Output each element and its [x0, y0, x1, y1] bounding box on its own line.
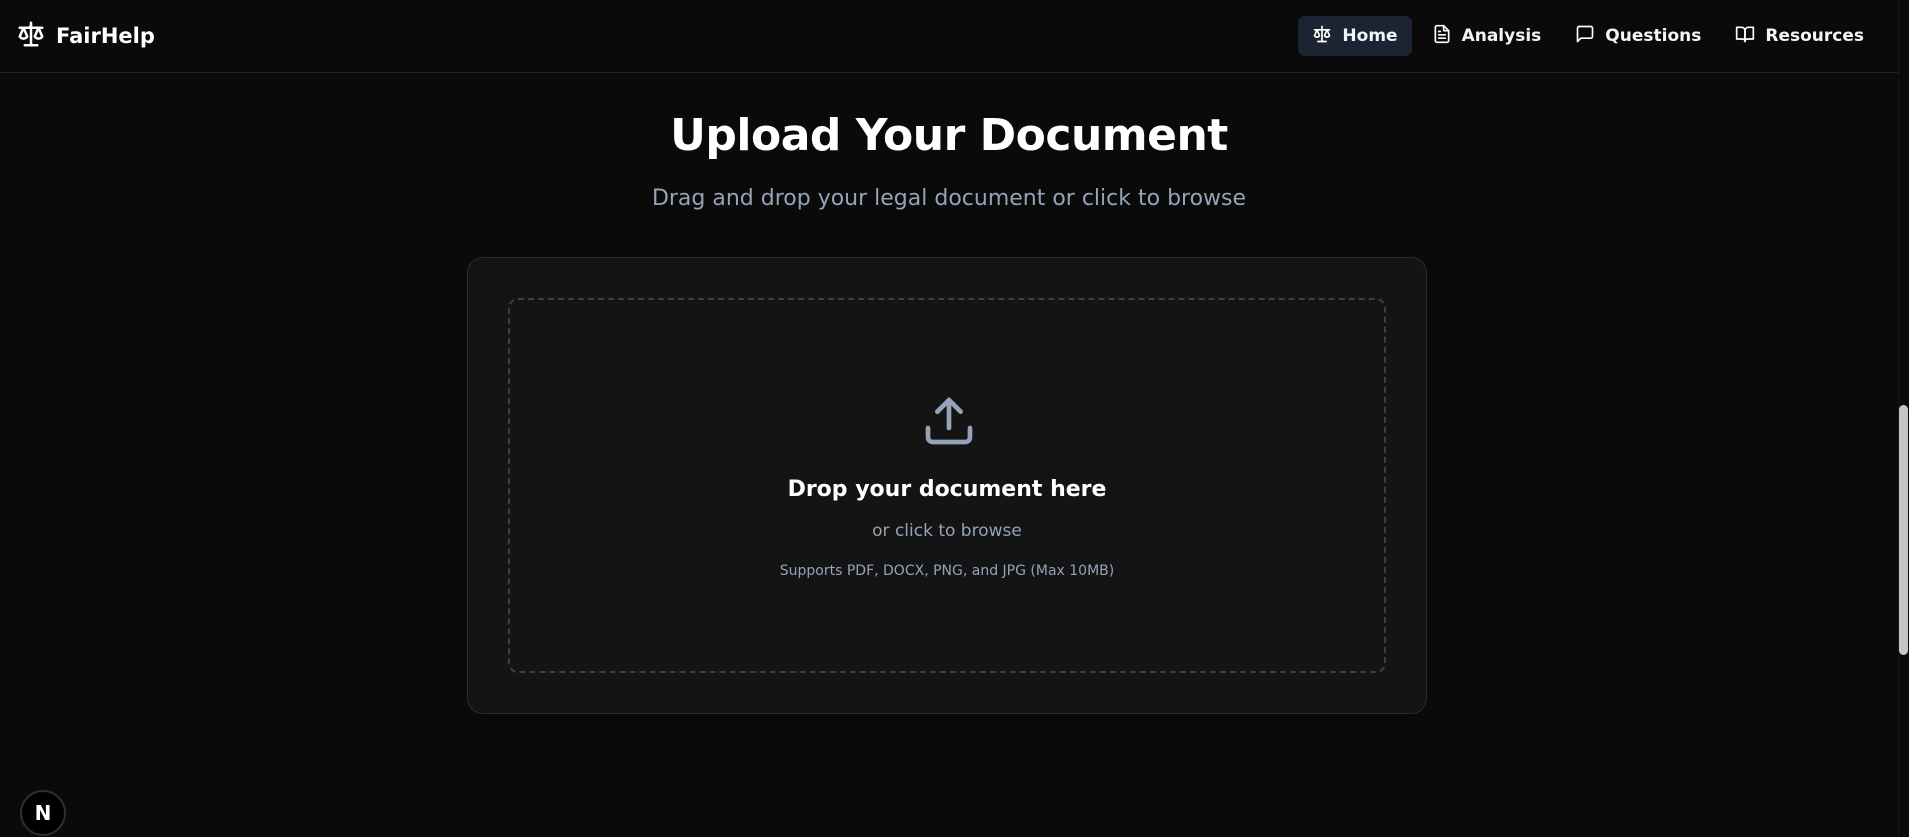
- dev-indicator-label: N: [34, 801, 52, 825]
- nextjs-icon[interactable]: N: [20, 790, 66, 836]
- top-navigation: FairHelp Home Analysis Questions Resourc…: [0, 0, 1898, 73]
- page: FairHelp Home Analysis Questions Resourc…: [0, 0, 1909, 837]
- scale-icon: [16, 19, 46, 54]
- main-nav: Home Analysis Questions Resources: [1298, 16, 1878, 56]
- nav-item-label: Questions: [1605, 26, 1702, 46]
- page-subtitle: Drag and drop your legal document or cli…: [651, 186, 1247, 211]
- brand-logo[interactable]: FairHelp: [16, 19, 155, 54]
- nav-item-label: Analysis: [1461, 26, 1542, 46]
- nav-item-questions[interactable]: Questions: [1561, 16, 1715, 56]
- document-icon: [1432, 24, 1452, 49]
- nav-item-analysis[interactable]: Analysis: [1418, 16, 1556, 56]
- brand-name: FairHelp: [56, 24, 155, 48]
- supported-formats-note: Supports PDF, DOCX, PNG, and JPG (Max 10…: [779, 563, 1115, 579]
- upload-card: Drop your document here or click to brow…: [467, 257, 1427, 714]
- nav-item-label: Resources: [1765, 26, 1864, 46]
- page-title: Upload Your Document: [670, 110, 1228, 161]
- chat-bubble-icon: [1575, 24, 1595, 49]
- dropzone-subtitle: or click to browse: [872, 521, 1022, 541]
- dropzone-title: Drop your document here: [787, 477, 1107, 502]
- scrollbar[interactable]: [1898, 0, 1909, 837]
- upload-icon: [921, 393, 977, 449]
- file-dropzone[interactable]: Drop your document here or click to brow…: [508, 298, 1386, 673]
- scrollbar-thumb[interactable]: [1899, 405, 1908, 655]
- scale-icon: [1312, 24, 1332, 49]
- book-open-icon: [1735, 24, 1755, 49]
- nav-item-resources[interactable]: Resources: [1721, 16, 1878, 56]
- nav-item-label: Home: [1342, 26, 1398, 46]
- nav-item-home[interactable]: Home: [1298, 16, 1412, 56]
